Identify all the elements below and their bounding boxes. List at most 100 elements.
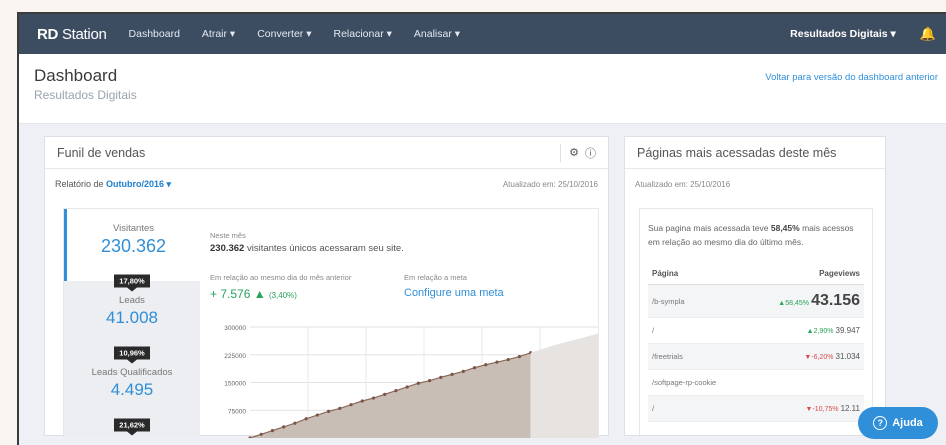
nav-dashboard[interactable]: Dashboard: [129, 28, 180, 40]
pages-card-header: Páginas mais acessadas deste mês: [625, 137, 885, 169]
account-menu[interactable]: Resultados Digitais ▾: [790, 28, 896, 40]
page-path: /freetrials: [648, 343, 745, 370]
pageviews-value: 12.11: [840, 404, 860, 413]
table-row[interactable]: /freetrials ▼-6,20% 31.034: [648, 343, 864, 370]
col-views-header: Pageviews: [744, 263, 864, 285]
data-point: [282, 425, 286, 429]
data-point: [360, 399, 364, 403]
page-path: /b-sympla: [648, 284, 745, 318]
pageviews-value: 39.947: [835, 326, 860, 335]
help-button[interactable]: ? Ajuda: [858, 407, 938, 439]
table-row[interactable]: / ▼-10,75% 12.11: [648, 395, 864, 422]
page-subtitle: Resultados Digitais: [34, 88, 137, 102]
data-point: [304, 417, 308, 421]
data-point: [383, 392, 387, 396]
y-tick-label: 150000: [224, 381, 246, 388]
pageviews-cell: [744, 369, 864, 396]
data-point: [349, 403, 353, 407]
stage-visitors[interactable]: Visitantes 230.362: [64, 209, 200, 281]
info-icon[interactable]: ⓘ: [585, 145, 596, 161]
bell-icon[interactable]: 🔔: [920, 26, 936, 42]
pages-updated-row: Atualizado em: 25/10/2016: [625, 169, 885, 199]
data-point: [259, 432, 263, 436]
configure-goal-link[interactable]: Configure uma meta: [404, 287, 598, 299]
data-point: [416, 381, 420, 385]
pages-body: Sua pagina mais acessada teve 58,45% mai…: [639, 208, 873, 437]
rd-station-logo[interactable]: RD Station: [37, 26, 107, 43]
funnel-detail: Neste mês 230.362 visitantes únicos aces…: [210, 209, 598, 438]
pageviews-cell: ▲2,90% 39.947: [744, 317, 864, 344]
summary-text: 230.362 visitantes únicos acessaram seu …: [210, 243, 404, 254]
data-point: [472, 366, 477, 370]
series-projection-area: [530, 333, 598, 438]
data-point: [450, 372, 454, 376]
pages-summary: Sua pagina mais acessada teve 58,45% mai…: [648, 223, 854, 247]
change-pct: ▼-10,75%: [805, 406, 839, 413]
pageviews-value: 43.156: [811, 292, 860, 309]
data-point: [293, 421, 297, 425]
nav-converter[interactable]: Converter ▾: [257, 28, 311, 40]
pages-table: Página Pageviews /b-sympla ▲58,45% 43.156…: [648, 263, 864, 422]
pageviews-value: 31.034: [835, 352, 860, 361]
report-label: Relatório de: [55, 178, 107, 189]
nav-relacionar[interactable]: Relacionar ▾: [334, 28, 392, 40]
goal-label: Em relação a meta: [404, 273, 467, 282]
data-point: [428, 379, 432, 383]
data-point: [405, 385, 409, 389]
nav-atrair[interactable]: Atrair ▾: [202, 28, 235, 40]
funnel-body: Visitantes 230.362 17,80% Leads 41.008 1…: [63, 208, 599, 438]
data-point: [506, 357, 510, 362]
data-point: [394, 389, 398, 393]
funnel-updated: Atualizado em: 25/10/2016: [502, 179, 598, 189]
sales-funnel-card: Funil de vendas ⚙ ⓘ Relatório de Outubro…: [44, 136, 609, 438]
funnel-stages: Visitantes 230.362 17,80% Leads 41.008 1…: [64, 209, 200, 438]
stage-leads[interactable]: Leads 41.008: [64, 281, 200, 353]
data-point: [461, 369, 465, 373]
data-point: [439, 375, 443, 379]
table-row[interactable]: /b-sympla ▲58,45% 43.156: [648, 284, 864, 318]
y-tick-label: 225000: [224, 353, 246, 360]
change-pct: ▲2,90%: [806, 328, 834, 335]
gear-icon[interactable]: ⚙: [569, 146, 579, 159]
page-header: Dashboard Resultados Digitais Voltar par…: [19, 54, 946, 124]
data-point: [484, 363, 488, 367]
data-point: [315, 413, 319, 417]
top-pages-card: Páginas mais acessadas deste mês Atualiz…: [624, 136, 886, 437]
table-row[interactable]: / ▲2,90% 39.947: [648, 317, 864, 344]
period-label: Neste mês: [210, 231, 246, 240]
data-point: [495, 360, 499, 364]
previous-month-label: Em relação ao mesmo dia do mês anterior: [210, 273, 352, 282]
y-tick-label: 75000: [228, 408, 246, 415]
help-icon: ?: [873, 416, 888, 430]
previous-dashboard-link[interactable]: Voltar para versão do dashboard anterior: [765, 72, 938, 83]
pageviews-cell: ▲58,45% 43.156: [744, 284, 864, 318]
change-pct: ▼-6,20%: [804, 354, 834, 361]
pageviews-cell: ▼-6,20% 31.034: [744, 343, 864, 370]
month-selector[interactable]: Outubro/2016 ▾: [106, 179, 171, 189]
funnel-title: Funil de vendas: [57, 145, 146, 160]
top-navbar: RD Station Dashboard Atrair ▾ Converter …: [19, 14, 946, 54]
pages-title: Páginas mais acessadas deste mês: [637, 145, 837, 160]
data-point: [338, 406, 342, 410]
nav-analisar[interactable]: Analisar ▾: [414, 28, 460, 40]
funnel-card-header: Funil de vendas ⚙ ⓘ: [45, 137, 608, 169]
table-header-row: Página Pageviews: [648, 263, 864, 285]
stage-qualified-leads[interactable]: Leads Qualificados 4.495: [64, 353, 200, 425]
page-path: /softpage-rp-cookie: [648, 369, 745, 396]
report-row: Relatório de Outubro/2016 ▾ Atualizado e…: [45, 169, 608, 199]
data-point: [248, 436, 252, 438]
pages-updated: Atualizado em: 25/10/2016: [635, 179, 731, 189]
pageviews-cell: ▼-10,75% 12.11: [744, 395, 864, 422]
change-pct: ▲58,45%: [778, 300, 809, 307]
growth-value: + 7.576 ▲ (3,40%): [210, 287, 297, 301]
data-point: [371, 396, 376, 400]
col-page-header: Página: [648, 263, 745, 285]
data-point: [517, 355, 522, 359]
page-path: /: [648, 317, 745, 344]
page-path: /: [648, 395, 745, 422]
series-visitors-area: [250, 352, 531, 438]
data-point: [270, 429, 275, 433]
table-row[interactable]: /softpage-rp-cookie: [648, 369, 864, 396]
visitors-area-chart: 300000 225000 150000 75000: [224, 325, 598, 438]
data-point: [326, 409, 331, 413]
